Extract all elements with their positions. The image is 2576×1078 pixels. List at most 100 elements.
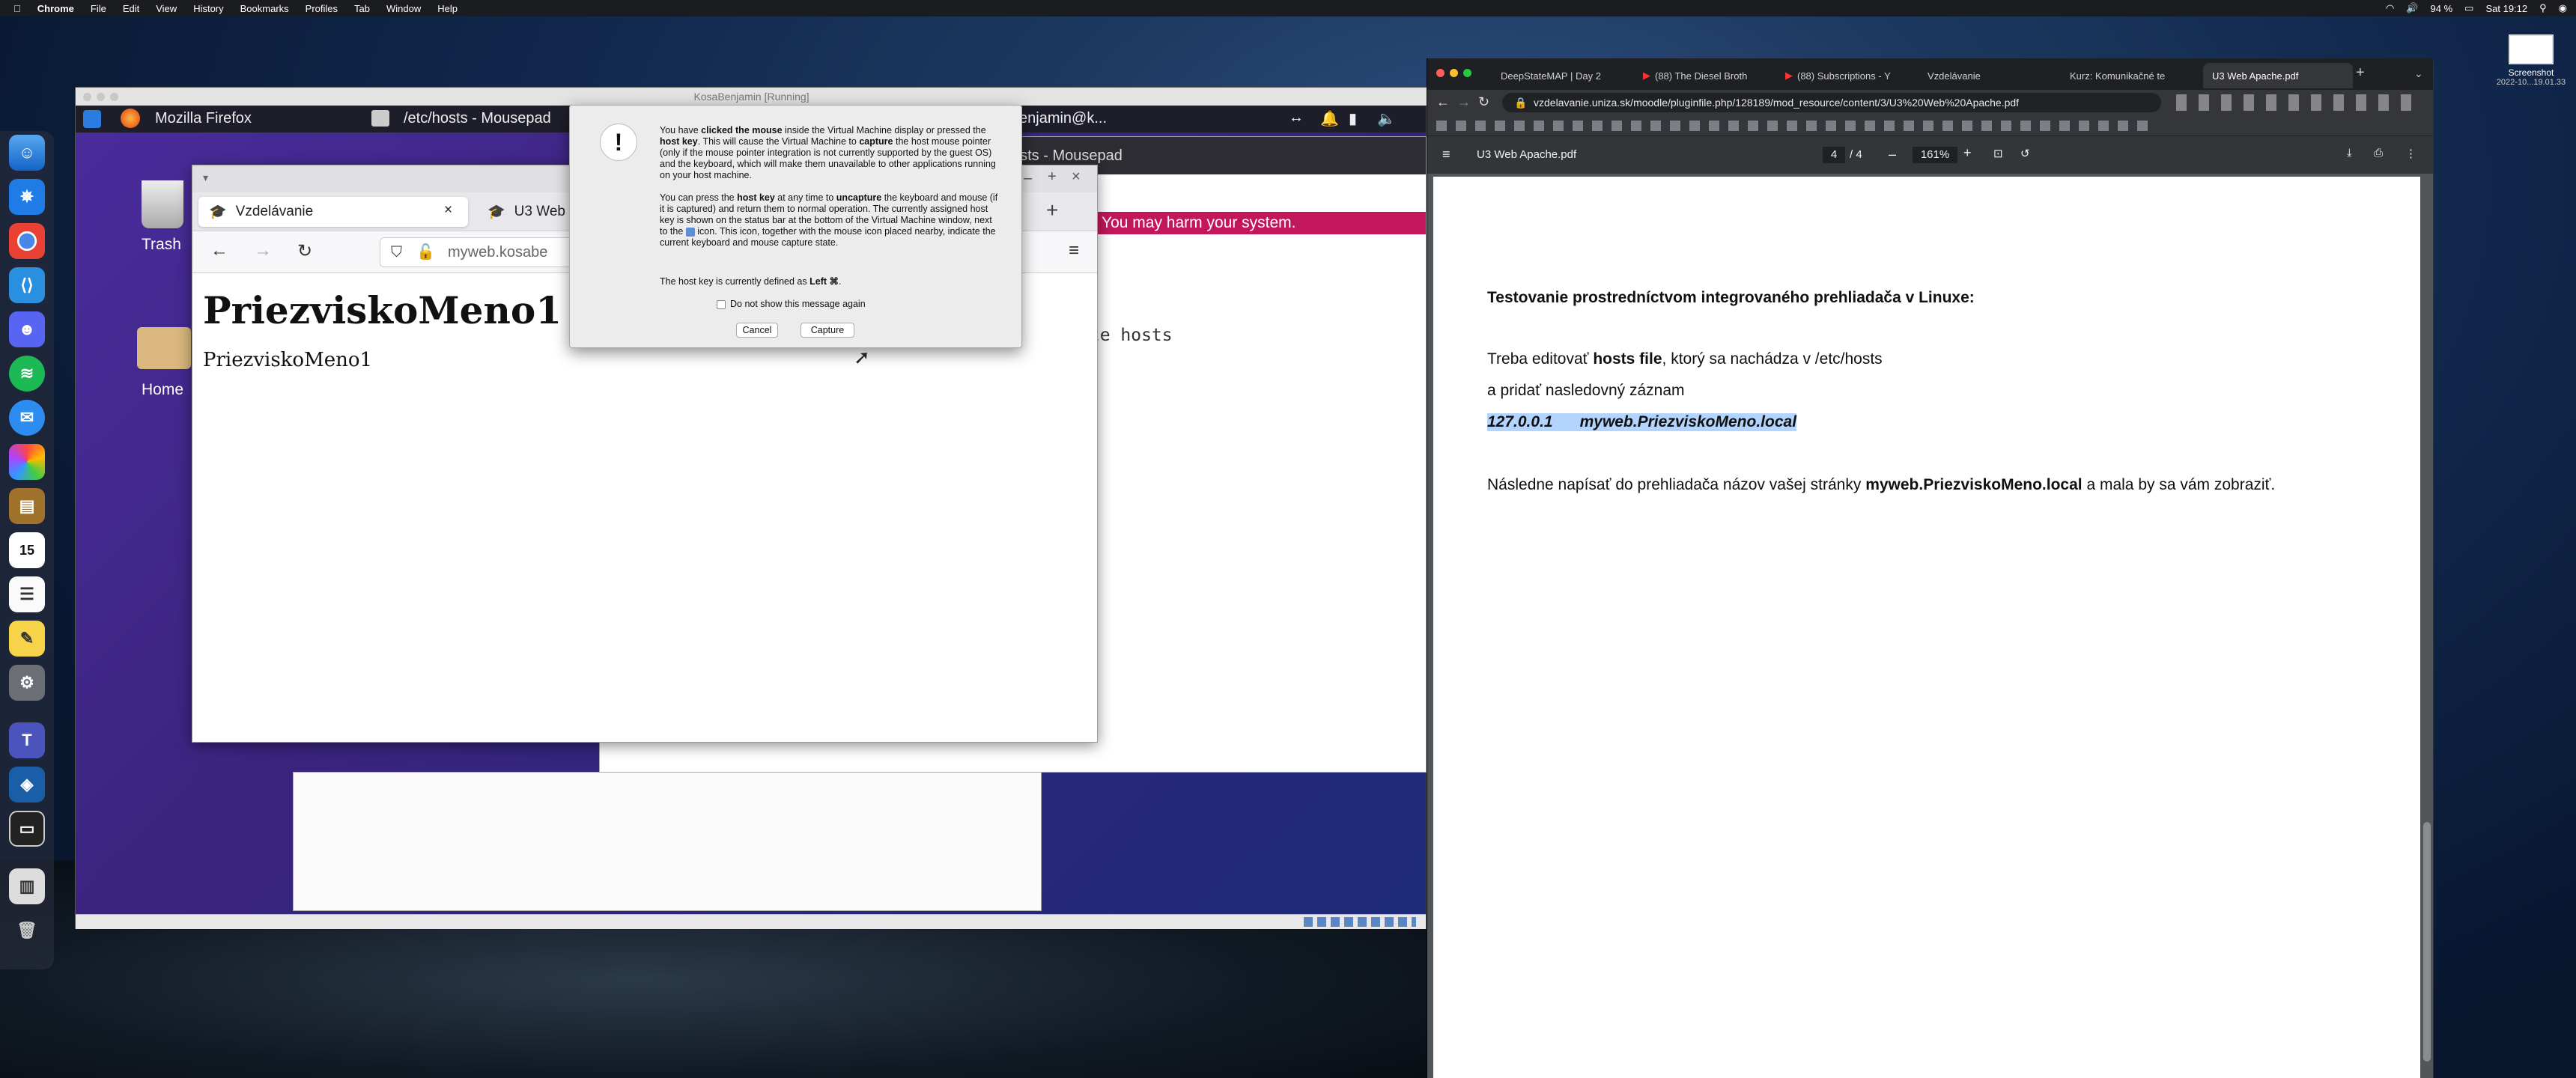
teams-icon[interactable]: T bbox=[9, 722, 45, 758]
extension-icons[interactable] bbox=[2176, 94, 2416, 111]
dock-trash-icon[interactable]: 🗑 bbox=[9, 913, 45, 948]
desktop-screenshot-file[interactable]: Screenshot 2022-10...19.01.33 bbox=[2494, 30, 2569, 105]
system-preferences-icon[interactable]: ⚙ bbox=[9, 665, 45, 701]
messenger-icon[interactable]: ✉ bbox=[9, 400, 45, 436]
close-button[interactable]: × bbox=[1072, 168, 1081, 186]
rotate-icon[interactable]: ↺ bbox=[2020, 147, 2030, 160]
bell-icon[interactable]: 🔔 bbox=[1320, 109, 1339, 128]
zoom-input[interactable]: 161% bbox=[1913, 147, 1957, 163]
vscode-icon[interactable]: ⟨⟩ bbox=[9, 267, 45, 303]
vm-titlebar[interactable]: KosaBenjamin [Running] bbox=[76, 88, 1427, 106]
vm-window-icon[interactable]: ▭ bbox=[9, 811, 45, 847]
apple-menu-icon[interactable]:  bbox=[13, 3, 21, 14]
tab-vzdelavanie[interactable]: 🎓 Vzdelávanie × bbox=[198, 197, 468, 227]
print-icon[interactable]: ⎙ bbox=[2374, 147, 2383, 159]
panel-terminal-task[interactable]: enjamin@k... bbox=[1019, 110, 1107, 127]
tab-search-icon[interactable]: ⌄ bbox=[2414, 67, 2423, 80]
chrome-tab-1[interactable]: DeepStateMAP | Day 2 bbox=[1492, 63, 1634, 88]
chrome-tab-5[interactable]: Kurz: Komunikačné te bbox=[2061, 63, 2203, 88]
zoom-button[interactable] bbox=[1463, 69, 1471, 77]
chrome-icon[interactable] bbox=[9, 223, 45, 259]
battery-icon[interactable]: ▭ bbox=[2464, 2, 2473, 14]
menu-file[interactable]: File bbox=[91, 3, 106, 14]
volume-icon[interactable]: 🔊 bbox=[2406, 2, 2418, 14]
spotlight-icon[interactable]: ⚲ bbox=[2539, 2, 2547, 14]
panel-firefox-task[interactable]: Mozilla Firefox bbox=[155, 110, 252, 127]
insecure-lock-icon[interactable]: 🔓 bbox=[416, 238, 435, 267]
menu-view[interactable]: View bbox=[156, 3, 177, 14]
menu-tab[interactable]: Tab bbox=[354, 3, 370, 14]
home-folder-icon[interactable] bbox=[137, 327, 191, 369]
page-number-input[interactable]: 4 bbox=[1823, 147, 1845, 163]
finder-icon[interactable]: ☺ bbox=[9, 135, 45, 171]
new-tab-button[interactable]: + bbox=[1046, 198, 1058, 222]
menu-profiles[interactable]: Profiles bbox=[306, 3, 338, 14]
menu-edit[interactable]: Edit bbox=[123, 3, 139, 14]
back-button[interactable]: ← bbox=[1436, 94, 1450, 110]
download-icon[interactable]: ⤓ bbox=[2347, 147, 2352, 159]
pdf-page[interactable]: Testovanie prostredníctvom integrovaného… bbox=[1433, 177, 2420, 1078]
chrome-tab-3[interactable]: ▶ (88) Subscriptions - Y bbox=[1776, 63, 1919, 88]
bookmark-icons[interactable] bbox=[1436, 121, 2148, 131]
discord-icon[interactable]: ☻ bbox=[9, 311, 45, 347]
pdf-scrollbar[interactable] bbox=[2423, 822, 2431, 1062]
menu-app-name[interactable]: Chrome bbox=[37, 3, 74, 14]
zoom-button[interactable] bbox=[110, 93, 118, 101]
close-button[interactable] bbox=[1436, 69, 1445, 77]
minimize-button[interactable] bbox=[97, 93, 105, 101]
wifi-icon[interactable]: ◠ bbox=[2386, 2, 2394, 14]
zoom-in-button[interactable]: + bbox=[1963, 145, 1972, 161]
virtualbox-icon[interactable]: ◈ bbox=[9, 767, 45, 803]
volume-icon[interactable]: 🔈 bbox=[1377, 109, 1396, 128]
control-center-icon[interactable]: ◉ bbox=[2559, 2, 2567, 14]
reload-button[interactable]: ↻ bbox=[297, 240, 312, 262]
trash-icon[interactable] bbox=[142, 180, 183, 228]
pdf-menu-icon[interactable]: ≡ bbox=[1442, 147, 1450, 162]
forward-button[interactable]: → bbox=[254, 240, 272, 261]
fit-page-icon[interactable]: ⊡ bbox=[1993, 147, 2003, 160]
more-icon[interactable]: ⋮ bbox=[2405, 147, 2416, 160]
minimize-button[interactable] bbox=[1450, 69, 1458, 77]
back-button[interactable]: ← bbox=[210, 240, 228, 261]
address-bar[interactable]: 🔒 vzdelavanie.uniza.sk/moodle/pluginfile… bbox=[1502, 93, 2161, 112]
chrome-tab-4[interactable]: Vzdelávanie bbox=[1919, 63, 2061, 88]
notes-app-icon[interactable]: ▤ bbox=[9, 488, 45, 524]
chrome-window[interactable]: DeepStateMAP | Day 2 ▶ (88) The Diesel Br… bbox=[1427, 58, 2434, 1078]
zoom-out-button[interactable]: – bbox=[1889, 147, 1896, 162]
shield-icon[interactable]: ⛉ bbox=[391, 238, 402, 267]
maximize-button[interactable]: + bbox=[1048, 168, 1057, 186]
close-tab-icon[interactable]: × bbox=[444, 202, 452, 219]
close-button[interactable] bbox=[83, 93, 91, 101]
chrome-tab-6-active[interactable]: U3 Web Apache.pdf bbox=[2203, 63, 2353, 88]
reminders-icon[interactable]: ☰ bbox=[9, 576, 45, 612]
forward-button[interactable]: → bbox=[1457, 94, 1471, 110]
hamburger-menu-icon[interactable]: ≡ bbox=[1069, 240, 1079, 261]
chrome-tab-2[interactable]: ▶ (88) The Diesel Broth bbox=[1634, 63, 1776, 88]
dont-show-again[interactable]: Do not show this message again bbox=[717, 299, 866, 310]
spotify-icon[interactable]: ≋ bbox=[9, 356, 45, 392]
battery-percent[interactable]: 94 % bbox=[2431, 3, 2453, 14]
stickies-icon[interactable]: ✎ bbox=[9, 621, 45, 657]
panel-mousepad-task[interactable]: /etc/hosts - Mousepad bbox=[404, 110, 551, 127]
dont-show-checkbox[interactable] bbox=[717, 299, 726, 309]
battery-icon[interactable]: ▮ bbox=[1349, 109, 1357, 128]
menu-history[interactable]: History bbox=[193, 3, 223, 14]
safari-icon[interactable]: ✵ bbox=[9, 179, 45, 215]
network-arrows-icon[interactable]: ↔ bbox=[1289, 109, 1304, 127]
reload-button[interactable]: ↻ bbox=[1478, 94, 1489, 110]
photos-icon[interactable] bbox=[9, 444, 45, 480]
menu-bookmarks[interactable]: Bookmarks bbox=[240, 3, 289, 14]
cancel-button[interactable]: Cancel bbox=[736, 323, 778, 338]
clock[interactable]: Sat 19:12 bbox=[2485, 3, 2527, 14]
minimize-button[interactable]: – bbox=[1024, 170, 1032, 187]
menu-window[interactable]: Window bbox=[386, 3, 421, 14]
capture-button[interactable]: Capture bbox=[801, 323, 854, 338]
vm-status-icons[interactable] bbox=[1304, 917, 1416, 927]
menu-help[interactable]: Help bbox=[437, 3, 458, 14]
new-tab-button[interactable]: + bbox=[2356, 64, 2365, 82]
lock-icon[interactable]: 🔒 bbox=[1514, 93, 1527, 112]
xfce-menu-icon[interactable] bbox=[83, 110, 101, 128]
calendar-icon[interactable]: 15 bbox=[9, 532, 45, 568]
window-menu-icon[interactable]: ▾ bbox=[203, 171, 208, 184]
downloads-icon[interactable]: ▥ bbox=[9, 868, 45, 904]
